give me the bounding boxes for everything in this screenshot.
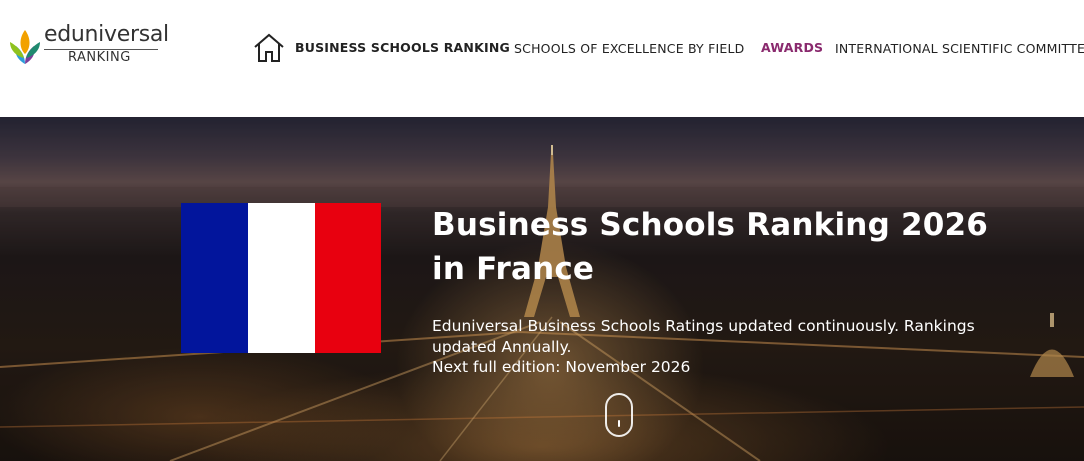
hero-banner: Business Schools Ranking 2026 in France … <box>0 117 1084 461</box>
site-header: eduniversal RANKING BUSINESS SCHOOLS RAN… <box>0 0 1084 117</box>
eduniversal-logo[interactable]: eduniversal RANKING <box>8 22 169 68</box>
scroll-wheel-dot <box>618 420 620 427</box>
nav-international-scientific-committee[interactable]: INTERNATIONAL SCIENTIFIC COMMITTEE <box>835 41 1084 56</box>
page-title: Business Schools Ranking 2026 in France <box>432 207 989 287</box>
leaf-logo-icon <box>10 30 40 64</box>
flag-white-stripe <box>248 203 315 353</box>
ranking-description: Eduniversal Business Schools Ratings upd… <box>432 317 975 356</box>
nav-awards[interactable]: AWARDS <box>761 40 823 55</box>
home-icon[interactable] <box>252 32 286 64</box>
france-flag <box>181 203 381 353</box>
logo-wordmark: eduniversal <box>44 22 169 47</box>
flag-blue-stripe <box>181 203 248 353</box>
next-edition-text: Next full edition: November 2026 <box>432 358 691 376</box>
mouse-scroll-icon[interactable] <box>605 393 633 437</box>
flag-red-stripe <box>315 203 381 353</box>
logo-subtitle: RANKING <box>68 50 131 65</box>
nav-schools-of-excellence[interactable]: SCHOOLS OF EXCELLENCE BY FIELD <box>514 41 744 56</box>
nav-business-schools-ranking[interactable]: BUSINESS SCHOOLS RANKING <box>295 40 510 55</box>
